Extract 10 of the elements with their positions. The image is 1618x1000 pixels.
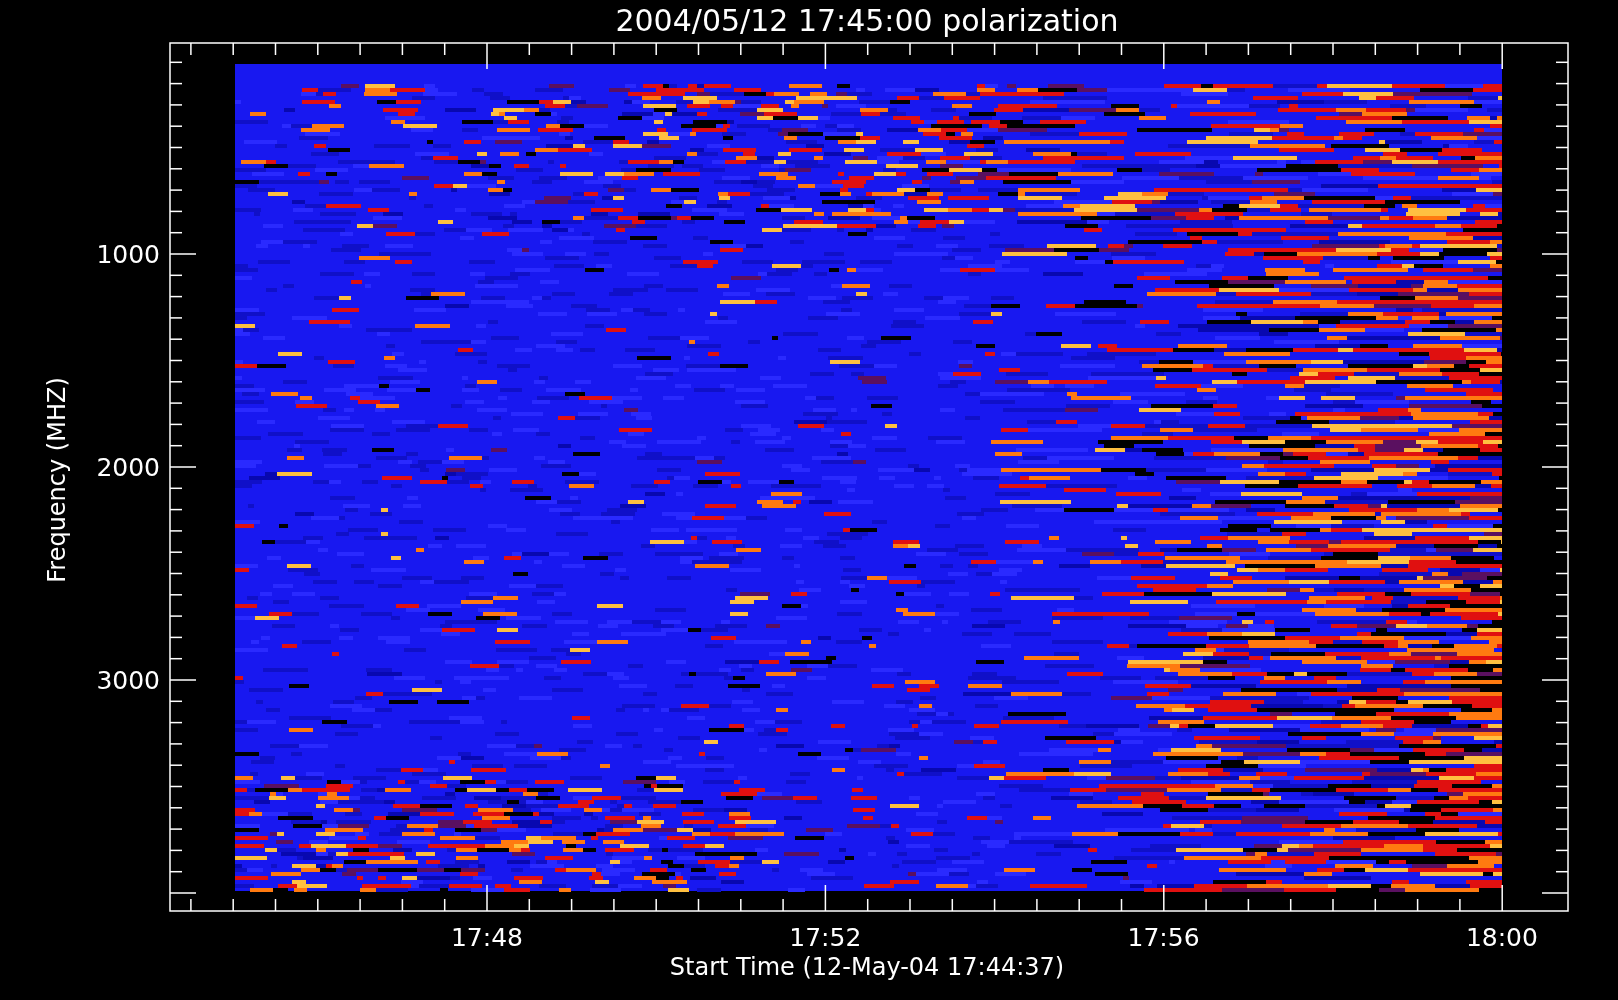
x-tick-label: 17:56 [1127, 923, 1200, 952]
y-tick-label: 3000 [96, 666, 160, 695]
y-tick-label: 2000 [96, 453, 160, 482]
x-tick-label: 17:52 [789, 923, 862, 952]
x-tick-label: 17:48 [451, 923, 523, 952]
x-tick-label: 18:00 [1465, 923, 1538, 952]
y-tick-label: 1000 [96, 240, 160, 269]
x-axis-label: Start Time (12-May-04 17:44:37) [669, 953, 1065, 981]
plot-title: 2004/05/12 17:45:00 polarization [615, 3, 1119, 38]
y-axis-label: Frequency (MHZ) [43, 377, 71, 583]
